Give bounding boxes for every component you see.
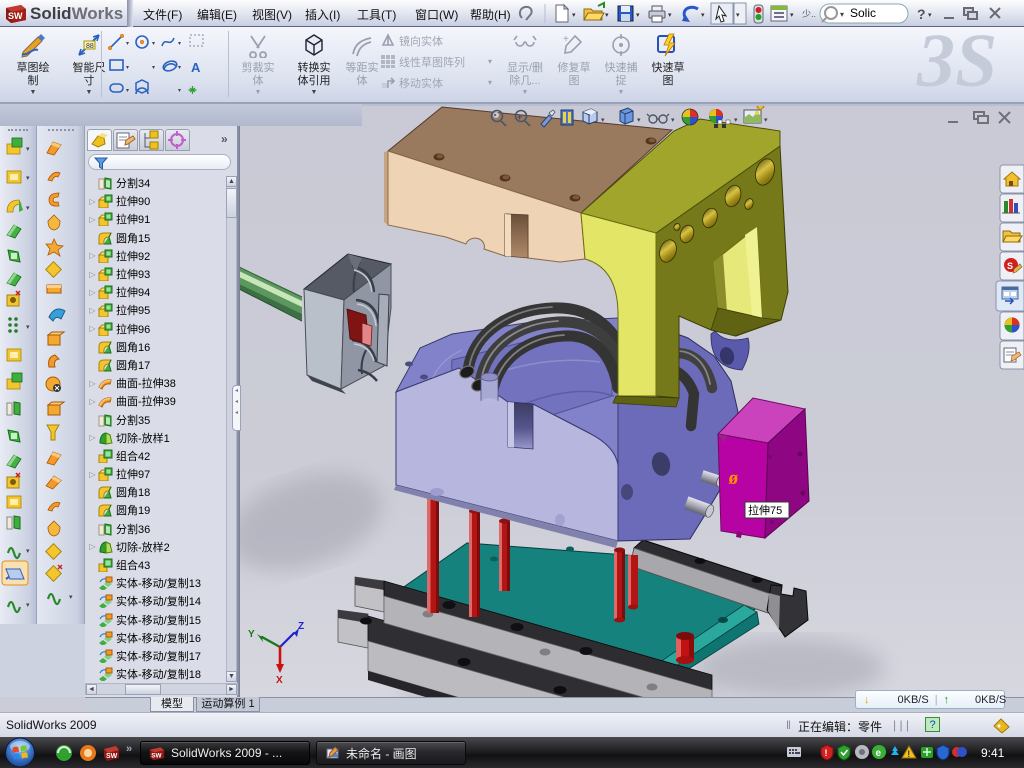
svg-text:▾: ▾ bbox=[26, 146, 30, 153]
svg-text:▾: ▾ bbox=[790, 12, 794, 19]
svg-text:SW: SW bbox=[8, 11, 23, 21]
svg-text:▾: ▾ bbox=[178, 88, 181, 94]
svg-text:少..: 少.. bbox=[802, 9, 816, 19]
svg-text:▾: ▾ bbox=[601, 117, 605, 124]
svg-text:▾: ▾ bbox=[764, 117, 768, 124]
svg-text:▾: ▾ bbox=[928, 12, 932, 19]
svg-text:?: ? bbox=[917, 6, 926, 22]
svg-text:!: ! bbox=[907, 749, 910, 759]
svg-text:Z: Z bbox=[298, 621, 304, 632]
svg-text:▾: ▾ bbox=[178, 41, 181, 47]
svg-text:▾: ▾ bbox=[668, 12, 672, 19]
svg-text:SW: SW bbox=[151, 752, 162, 759]
svg-text:e: e bbox=[876, 748, 882, 759]
svg-text:▾: ▾ bbox=[26, 324, 30, 331]
svg-text:▾: ▾ bbox=[26, 602, 30, 609]
svg-text:▾: ▾ bbox=[69, 594, 73, 601]
svg-text:▾: ▾ bbox=[605, 12, 609, 19]
svg-text:+: + bbox=[517, 112, 522, 122]
svg-text:拉伸75: 拉伸75 bbox=[748, 503, 782, 517]
svg-text:▾: ▾ bbox=[840, 10, 844, 19]
svg-text:▾: ▾ bbox=[734, 117, 738, 124]
svg-text:▾: ▾ bbox=[636, 12, 640, 19]
svg-text:▾: ▾ bbox=[26, 175, 30, 182]
svg-text:▾: ▾ bbox=[152, 65, 155, 71]
svg-text:▾: ▾ bbox=[26, 205, 30, 212]
svg-text:▾: ▾ bbox=[736, 12, 740, 19]
svg-text:▾: ▾ bbox=[637, 117, 641, 124]
svg-text:SW: SW bbox=[106, 753, 118, 760]
svg-text:X: X bbox=[276, 675, 283, 686]
svg-text:+: + bbox=[563, 34, 569, 45]
svg-text:▾: ▾ bbox=[152, 41, 155, 47]
svg-text:88: 88 bbox=[86, 43, 94, 50]
svg-text:▾: ▾ bbox=[572, 12, 576, 19]
svg-text:S: S bbox=[1007, 261, 1013, 271]
svg-text:!: ! bbox=[825, 748, 828, 758]
svg-text:▾: ▾ bbox=[701, 12, 705, 19]
svg-text:▾: ▾ bbox=[126, 88, 129, 94]
svg-text:Y: Y bbox=[248, 629, 255, 640]
svg-text:A: A bbox=[191, 60, 201, 75]
svg-text:▾: ▾ bbox=[178, 65, 181, 71]
svg-text:▾: ▾ bbox=[126, 41, 129, 47]
svg-text:Solic: Solic bbox=[850, 6, 876, 20]
svg-text:▾: ▾ bbox=[26, 548, 30, 555]
svg-text:▾: ▾ bbox=[671, 117, 675, 124]
svg-text:▾: ▾ bbox=[126, 65, 129, 71]
